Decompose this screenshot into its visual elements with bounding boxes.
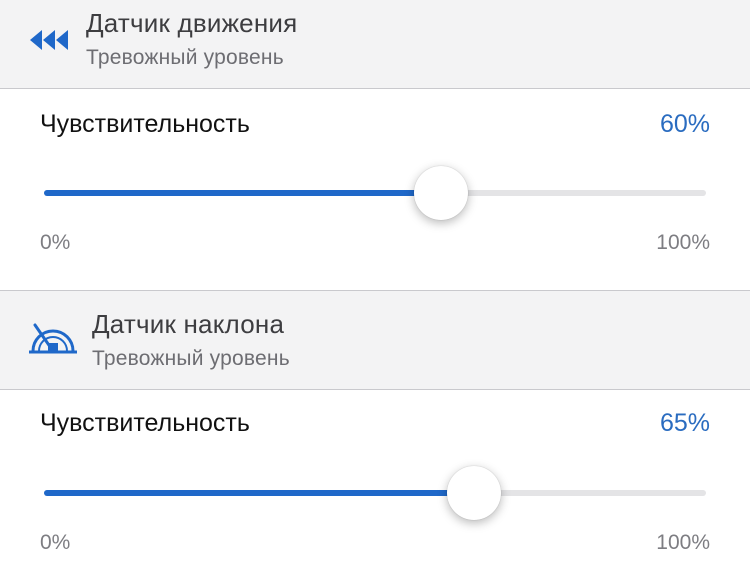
tilt-min-label: 0% — [40, 531, 71, 554]
motion-sensitivity-value: 60% — [659, 110, 710, 138]
tilt-sensitivity-value: 65% — [659, 409, 710, 437]
tilt-sensor-title: Датчик наклона — [92, 309, 285, 339]
tilt-sensitivity-thumb[interactable] — [447, 466, 502, 520]
motion-max-label: 100% — [656, 231, 710, 254]
tilt-max-label: 100% — [656, 531, 710, 554]
motion-sensitivity-label: Чувствительность — [40, 110, 250, 138]
tilt-sensitivity-slider[interactable] — [44, 466, 706, 520]
motion-min-label: 0% — [40, 231, 71, 254]
tilt-sensitivity-fill — [44, 490, 475, 496]
motion-sensor-subtitle: Тревожный уровень — [86, 46, 284, 69]
tilt-sensor-subtitle: Тревожный уровень — [92, 347, 290, 370]
motion-sensitivity-thumb[interactable] — [414, 166, 469, 220]
tilt-sensitivity-label: Чувствительность — [40, 409, 250, 437]
motion-sensitivity-slider[interactable] — [44, 166, 706, 220]
motion-arrows-icon — [30, 30, 68, 50]
tilt-sensor-header: Датчик наклона Тревожный уровень — [0, 290, 750, 390]
motion-sensor-title: Датчик движения — [86, 8, 298, 38]
tilt-gauge-icon — [29, 323, 77, 354]
motion-sensitivity-fill — [44, 190, 442, 196]
motion-sensor-header: Датчик движения Тревожный уровень — [0, 0, 750, 89]
